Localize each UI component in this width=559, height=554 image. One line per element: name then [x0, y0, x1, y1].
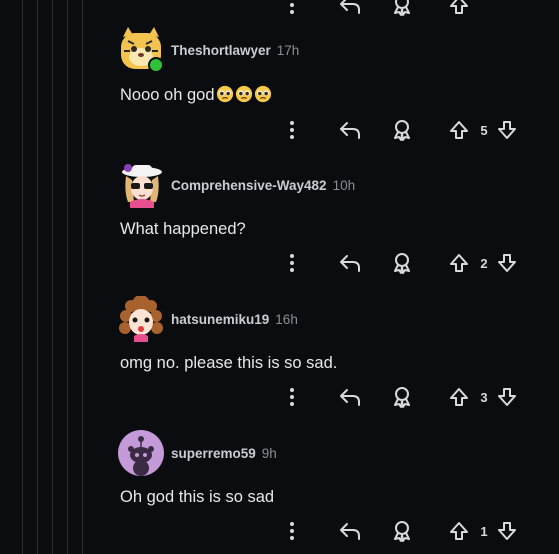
award-button[interactable] [390, 382, 414, 412]
curly-hair-avatar[interactable] [118, 296, 164, 342]
award-button[interactable] [390, 248, 414, 278]
thread-line[interactable] [82, 0, 83, 554]
reply-icon [340, 255, 360, 272]
more-options-button[interactable] [286, 0, 298, 20]
upvote-button[interactable] [448, 516, 470, 546]
award-icon [394, 0, 410, 16]
pleading-face-emoji [254, 85, 271, 103]
thread-line[interactable] [22, 0, 23, 554]
vote-count-text: 5 [480, 122, 488, 138]
reply-icon [340, 0, 360, 14]
upvote-button[interactable] [448, 115, 470, 145]
thread-line[interactable] [52, 0, 53, 554]
upvote-button[interactable] [448, 0, 470, 20]
comment-body: omg no. please this is so sad. [120, 354, 338, 372]
award-icon [394, 387, 410, 408]
upvote-icon [450, 388, 468, 406]
award-button[interactable] [390, 516, 414, 546]
comment-actions: 1 [118, 516, 538, 546]
more-vertical-icon [290, 388, 294, 406]
comment-timestamp[interactable]: 10h [333, 178, 356, 193]
reply-button[interactable] [338, 248, 362, 278]
downvote-icon [498, 121, 516, 139]
comment-actions: 5 [118, 115, 538, 145]
upvote-button[interactable] [448, 382, 470, 412]
sunhat-avatar[interactable] [118, 162, 164, 208]
comment-header: Comprehensive-Way482 10h [118, 162, 355, 208]
more-options-button[interactable] [286, 382, 298, 412]
vote-count: 2 [474, 248, 494, 278]
comment-timestamp[interactable]: 9h [262, 446, 277, 461]
default-snoo-avatar-image [118, 430, 164, 476]
comment-body: What happened? [120, 220, 246, 238]
username[interactable]: hatsunemiku19 [171, 312, 269, 327]
downvote-icon [498, 388, 516, 406]
downvote-button[interactable] [496, 382, 518, 412]
reply-button[interactable] [338, 115, 362, 145]
upvote-icon [450, 522, 468, 540]
comment-body: Oh god this is so sad [120, 488, 275, 506]
vote-count: 3 [474, 382, 494, 412]
upvote-icon [450, 121, 468, 139]
vote-count: 5 [474, 115, 494, 145]
comment-timestamp[interactable]: 16h [275, 312, 298, 327]
username[interactable]: Theshortlawyer [171, 43, 271, 58]
comment-body: Nooo oh god [120, 85, 272, 105]
sunhat-avatar-image [122, 164, 162, 208]
more-vertical-icon [290, 3, 294, 14]
vote-count-text: 3 [480, 389, 488, 405]
more-options-button[interactable] [286, 516, 298, 546]
comment-header: hatsunemiku19 16h [118, 296, 298, 342]
award-button[interactable] [390, 0, 414, 20]
vote-count: 1 [474, 516, 494, 546]
reply-button[interactable] [338, 516, 362, 546]
comment-header: Theshortlawyer 17h [118, 27, 299, 73]
comment-timestamp[interactable]: 17h [277, 43, 300, 58]
downvote-button[interactable] [496, 248, 518, 278]
award-button[interactable] [390, 115, 414, 145]
reply-button[interactable] [338, 382, 362, 412]
reply-icon [340, 389, 360, 406]
downvote-icon [498, 522, 516, 540]
comment-header: superremo59 9h [118, 430, 277, 476]
vote-count-text: 1 [480, 523, 488, 539]
more-vertical-icon [290, 522, 294, 540]
downvote-button[interactable] [496, 516, 518, 546]
comment-text: Nooo oh god [120, 86, 215, 104]
default-snoo-avatar[interactable] [118, 430, 164, 476]
username[interactable]: superremo59 [171, 446, 256, 461]
downvote-button[interactable] [496, 115, 518, 145]
online-status-indicator [148, 57, 164, 73]
comment-actions: 3 [118, 382, 538, 412]
award-icon [394, 521, 410, 542]
upvote-button[interactable] [448, 248, 470, 278]
pleading-face-emoji [235, 85, 252, 103]
award-icon [394, 253, 410, 274]
pleading-face-emoji [216, 85, 233, 103]
reply-icon [340, 523, 360, 540]
username[interactable]: Comprehensive-Way482 [171, 178, 327, 193]
vote-count-text: 2 [480, 255, 488, 271]
tiger-avatar[interactable] [118, 27, 164, 73]
reply-icon [340, 122, 360, 139]
award-icon [394, 120, 410, 141]
upvote-icon [450, 0, 468, 14]
thread-line[interactable] [67, 0, 68, 554]
more-options-button[interactable] [286, 115, 298, 145]
reply-button[interactable] [338, 0, 362, 20]
upvote-icon [450, 254, 468, 272]
downvote-icon [498, 254, 516, 272]
more-options-button[interactable] [286, 248, 298, 278]
more-vertical-icon [290, 121, 294, 139]
more-vertical-icon [290, 254, 294, 272]
comment-actions: 2 [118, 248, 538, 278]
curly-hair-avatar-image [119, 296, 163, 342]
thread-line[interactable] [37, 0, 38, 554]
